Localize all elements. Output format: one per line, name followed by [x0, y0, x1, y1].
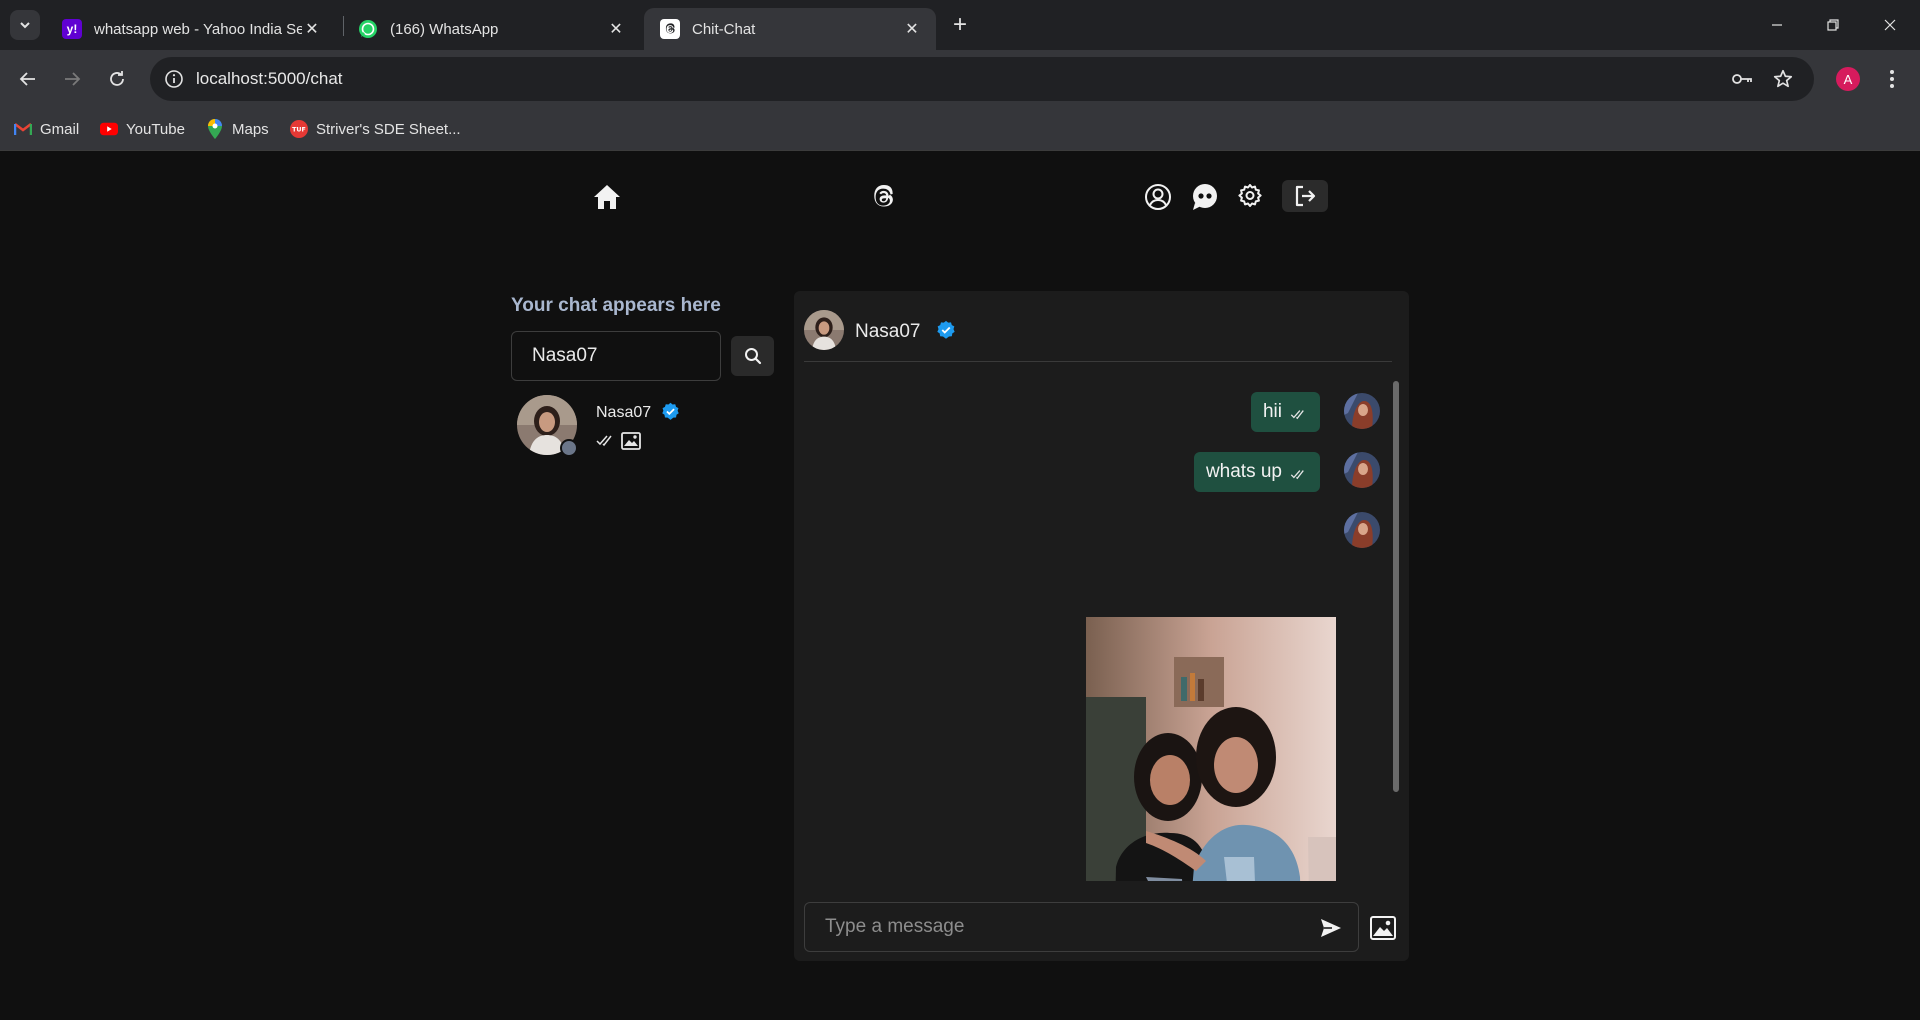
search-input[interactable] — [511, 331, 721, 381]
reload-button[interactable] — [101, 63, 133, 95]
browser-menu-icon[interactable] — [1882, 65, 1902, 93]
yahoo-icon: y! — [62, 19, 82, 39]
search-icon — [744, 348, 761, 365]
scrollbar[interactable] — [1393, 381, 1399, 792]
profile-avatar[interactable]: A — [1836, 67, 1860, 91]
bookmark-gmail[interactable]: Gmail — [14, 116, 79, 142]
avatar — [1344, 512, 1380, 548]
conversation-name: Nasa07 — [596, 404, 652, 421]
double-check-icon — [1290, 464, 1308, 486]
minimize-icon — [1772, 24, 1782, 26]
arrow-right-icon — [65, 72, 81, 86]
threads-icon — [660, 19, 680, 39]
bookmark-label: Maps — [232, 120, 269, 138]
browser-toolbar: localhost:5000/chat A — [0, 50, 1920, 108]
gmail-icon — [14, 120, 32, 138]
attach-image-button[interactable] — [1368, 913, 1398, 943]
youtube-icon — [100, 120, 118, 138]
tab-title: (166) WhatsApp — [390, 20, 499, 38]
bookmark-label: YouTube — [126, 120, 185, 138]
verified-badge-icon — [936, 320, 956, 345]
restore-button[interactable] — [1805, 0, 1861, 50]
message-bubble: hii — [1250, 392, 1320, 432]
close-icon — [1884, 19, 1896, 31]
message-bubble: whats up — [1193, 452, 1320, 492]
status-indicator — [560, 439, 578, 457]
verified-badge-icon — [661, 402, 680, 426]
sidebar-title: Your chat appears here — [511, 295, 721, 316]
tab-title: whatsapp web - Yahoo India Se — [94, 20, 302, 38]
site-info-icon[interactable] — [162, 67, 186, 91]
forward-button[interactable] — [56, 63, 88, 95]
whatsapp-icon — [358, 19, 378, 39]
threads-logo-icon[interactable] — [866, 180, 900, 214]
tab-title: Chit-Chat — [692, 20, 756, 38]
message-text: whats up — [1205, 461, 1282, 482]
divider — [804, 361, 1392, 362]
restore-icon — [1827, 19, 1839, 31]
close-icon[interactable]: ✕ — [302, 19, 322, 39]
message-list[interactable]: hii whats up — [794, 371, 1394, 881]
chat-bubbles-icon[interactable] — [1190, 182, 1220, 212]
new-tab-button[interactable]: + — [946, 11, 974, 39]
maps-icon — [206, 119, 224, 139]
password-key-icon[interactable] — [1730, 67, 1754, 91]
bookmark-label: Gmail — [40, 120, 80, 138]
minimize-button[interactable] — [1749, 0, 1805, 50]
close-icon[interactable]: ✕ — [606, 19, 626, 39]
bookmark-youtube[interactable]: YouTube — [100, 116, 185, 142]
bookmark-star-icon[interactable] — [1771, 67, 1795, 91]
close-window-button[interactable] — [1862, 0, 1918, 50]
close-icon[interactable]: ✕ — [902, 19, 922, 39]
back-button[interactable] — [12, 63, 44, 95]
browser-tab-whatsapp[interactable]: (166) WhatsApp ✕ — [342, 8, 640, 50]
browser-tab-yahoo[interactable]: y! whatsapp web - Yahoo India Se ✕ — [46, 8, 336, 50]
bookmarks-bar: Gmail YouTube Maps TUF Striver's SDE She… — [0, 108, 1920, 151]
home-icon[interactable] — [592, 182, 622, 212]
send-button[interactable] — [1316, 913, 1346, 943]
tab-search-button[interactable] — [10, 10, 40, 40]
avatar — [1344, 452, 1380, 488]
browser-tab-chit-chat[interactable]: Chit-Chat ✕ — [644, 8, 936, 50]
message-text: hii — [1262, 401, 1282, 422]
reload-icon — [110, 71, 124, 86]
message-input[interactable] — [804, 902, 1359, 952]
image-icon — [621, 432, 641, 455]
double-check-icon — [1290, 404, 1308, 426]
chat-user-name: Nasa07 — [855, 321, 921, 342]
avatar — [1344, 393, 1380, 429]
bookmark-maps[interactable]: Maps — [206, 116, 269, 142]
avatar[interactable] — [804, 310, 844, 350]
send-icon — [1321, 919, 1341, 937]
browser-tab-strip: y! whatsapp web - Yahoo India Se ✕ (166)… — [0, 0, 1920, 50]
chat-header: Nasa07 — [804, 310, 1392, 354]
arrow-left-icon — [19, 72, 35, 86]
search-button[interactable] — [731, 336, 774, 376]
conversation-item[interactable]: Nasa07 — [511, 393, 776, 463]
user-profile-icon[interactable] — [1143, 182, 1173, 212]
message-image[interactable] — [1086, 617, 1336, 881]
image-icon — [1370, 916, 1396, 940]
tuf-icon: TUF — [290, 120, 308, 138]
svg-text:TUF: TUF — [292, 127, 306, 134]
url-text[interactable]: localhost:5000/chat — [196, 69, 343, 89]
address-bar[interactable]: localhost:5000/chat — [150, 57, 1814, 101]
chevron-down-icon — [20, 22, 30, 29]
logout-icon — [1295, 185, 1316, 207]
bookmark-label: Striver's SDE Sheet... — [316, 120, 461, 138]
chat-panel: Nasa07 hii whats up — [794, 291, 1409, 961]
gear-icon[interactable] — [1236, 182, 1264, 210]
logout-button[interactable] — [1282, 180, 1328, 212]
bookmark-strivers-sde-sheet[interactable]: TUF Striver's SDE Sheet... — [290, 116, 461, 142]
double-check-icon — [596, 433, 616, 452]
